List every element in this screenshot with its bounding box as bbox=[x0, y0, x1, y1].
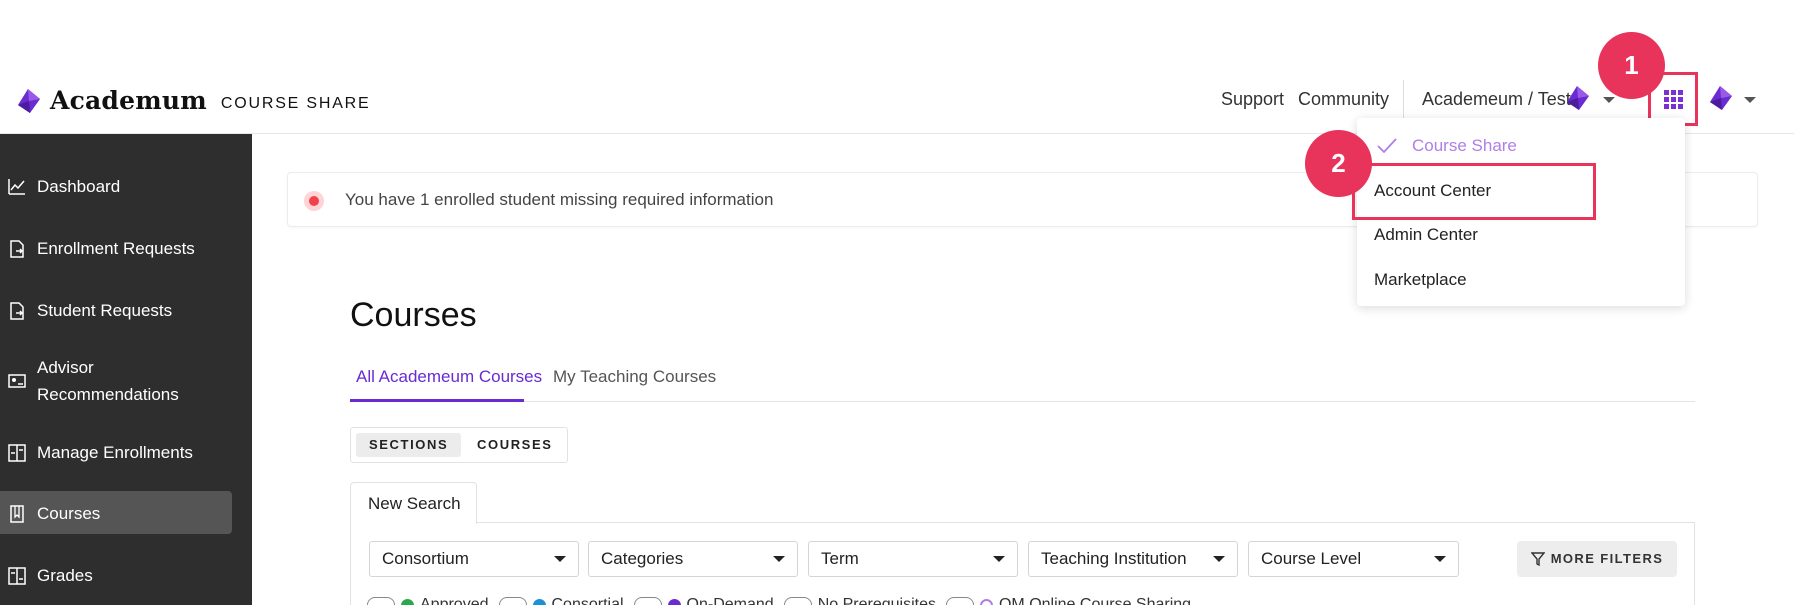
chevron-down-icon bbox=[554, 556, 566, 562]
sidebar-item-manage-enrollments[interactable]: Manage Enrollments bbox=[0, 439, 252, 466]
menu-item-marketplace[interactable]: Marketplace bbox=[1374, 270, 1467, 290]
chart-line-icon bbox=[8, 179, 25, 195]
grades-icon bbox=[8, 567, 26, 585]
filter-panel: Consortium Categories Term Teaching Inst… bbox=[350, 522, 1695, 605]
toggle-switch[interactable] bbox=[498, 597, 527, 605]
step-badge-2: 2 bbox=[1305, 130, 1372, 197]
categories-select[interactable]: Categories bbox=[588, 541, 798, 577]
chevron-down-icon bbox=[1434, 556, 1446, 562]
course-tabs: All Academeum Courses My Teaching Course… bbox=[350, 364, 1695, 402]
advisor-card-icon bbox=[8, 374, 26, 388]
tab-my-teaching-courses[interactable]: My Teaching Courses bbox=[553, 367, 716, 387]
sidebar-item-label: Grades bbox=[37, 566, 93, 585]
org-gem-icon[interactable] bbox=[1563, 84, 1591, 112]
document-arrow-icon bbox=[10, 240, 24, 258]
tab-all-courses[interactable]: All Academeum Courses bbox=[356, 367, 542, 387]
sidebar-item-grades[interactable]: Grades bbox=[0, 562, 252, 589]
chevron-down-icon[interactable] bbox=[1603, 97, 1615, 103]
user-avatar-icon[interactable] bbox=[1706, 84, 1734, 112]
more-filters-button[interactable]: MORE FILTERS bbox=[1517, 541, 1677, 577]
check-icon bbox=[1377, 138, 1397, 154]
select-value: Teaching Institution bbox=[1041, 549, 1187, 568]
consortium-select[interactable]: Consortium bbox=[369, 541, 579, 577]
sidebar-item-label: Student Requests bbox=[37, 301, 173, 320]
chevron-down-icon bbox=[773, 556, 785, 562]
sidebar-item-enrollment-requests[interactable]: Enrollment Requests bbox=[0, 235, 252, 262]
sidebar-item-label: Dashboard bbox=[37, 177, 121, 196]
apps-grid-icon bbox=[1663, 89, 1683, 109]
brand-name: Academum bbox=[50, 86, 207, 115]
chip-qm-online[interactable]: QM Online Course Sharing bbox=[945, 596, 1191, 605]
sidebar-item-advisor-recommendations[interactable]: Advisor Recommendations bbox=[0, 354, 252, 408]
alert-text: You have 1 enrolled student missing requ… bbox=[345, 190, 774, 209]
chip-on-demand[interactable]: On-Demand bbox=[633, 596, 774, 605]
consortial-icon bbox=[532, 598, 546, 605]
chip-approved[interactable]: Approved bbox=[367, 596, 489, 605]
toggle-sections[interactable]: SECTIONS bbox=[356, 433, 462, 457]
select-value: Term bbox=[821, 549, 859, 568]
chip-consortial[interactable]: Consortial bbox=[498, 596, 624, 605]
book-icon bbox=[10, 505, 24, 523]
alert-dot-icon bbox=[304, 191, 324, 211]
brand-product: COURSE SHARE bbox=[220, 94, 371, 112]
sidebar-item-student-requests[interactable]: Student Requests bbox=[0, 297, 252, 324]
document-arrow-icon bbox=[10, 302, 24, 320]
chevron-down-icon[interactable] bbox=[1744, 97, 1756, 103]
course-level-select[interactable]: Course Level bbox=[1248, 541, 1459, 577]
quick-filter-chips: Approved Consortial On-Demand No Prerequ… bbox=[367, 593, 1201, 605]
chevron-down-icon bbox=[1213, 556, 1225, 562]
more-filters-label: MORE FILTERS bbox=[1550, 551, 1664, 566]
header-divider bbox=[1403, 80, 1404, 118]
select-value: Categories bbox=[601, 549, 684, 568]
sidebar-item-dashboard[interactable]: Dashboard bbox=[0, 173, 252, 200]
toggle-switch[interactable] bbox=[633, 597, 662, 605]
select-value: Course Level bbox=[1261, 549, 1362, 568]
sidebar-item-courses[interactable]: Courses bbox=[0, 500, 252, 527]
filter-funnel-icon bbox=[1530, 552, 1546, 567]
select-value: Consortium bbox=[382, 549, 469, 568]
on-demand-icon bbox=[667, 598, 681, 605]
org-switcher[interactable]: Academeum / Test bbox=[1422, 89, 1571, 110]
active-tab-indicator bbox=[350, 399, 524, 402]
community-link[interactable]: Community bbox=[1298, 89, 1389, 110]
chevron-down-icon bbox=[993, 556, 1005, 562]
highlight-account-center bbox=[1352, 163, 1596, 220]
brand-logo[interactable]: Academum COURSE SHARE bbox=[14, 86, 371, 115]
sidebar-item-label: Manage Enrollments bbox=[37, 443, 193, 462]
toggle-switch[interactable] bbox=[367, 597, 395, 605]
check-circle-icon bbox=[401, 598, 414, 605]
toggle-switch[interactable] bbox=[783, 597, 812, 605]
qm-icon bbox=[979, 598, 993, 605]
sidebar-item-label: Advisor Recommendations bbox=[37, 358, 179, 404]
support-link[interactable]: Support bbox=[1221, 89, 1284, 110]
page-title: Courses bbox=[350, 296, 477, 334]
view-toggle: SECTIONS COURSES bbox=[350, 427, 568, 463]
step-badge-1: 1 bbox=[1598, 32, 1665, 99]
toggle-switch[interactable] bbox=[945, 597, 974, 605]
sidebar-item-label: Courses bbox=[37, 504, 101, 523]
sidebar-item-label: Enrollment Requests bbox=[37, 239, 195, 258]
enrollments-icon bbox=[8, 444, 26, 462]
menu-item-course-share[interactable]: Course Share bbox=[1412, 136, 1517, 156]
academeum-gem-icon bbox=[18, 88, 40, 113]
new-search-tab[interactable]: New Search bbox=[350, 482, 477, 524]
toggle-courses[interactable]: COURSES bbox=[464, 433, 566, 457]
chip-no-prerequisites[interactable]: No Prerequisites bbox=[783, 596, 936, 605]
menu-item-admin-center[interactable]: Admin Center bbox=[1374, 225, 1478, 245]
term-select[interactable]: Term bbox=[808, 541, 1018, 577]
teaching-institution-select[interactable]: Teaching Institution bbox=[1028, 541, 1238, 577]
